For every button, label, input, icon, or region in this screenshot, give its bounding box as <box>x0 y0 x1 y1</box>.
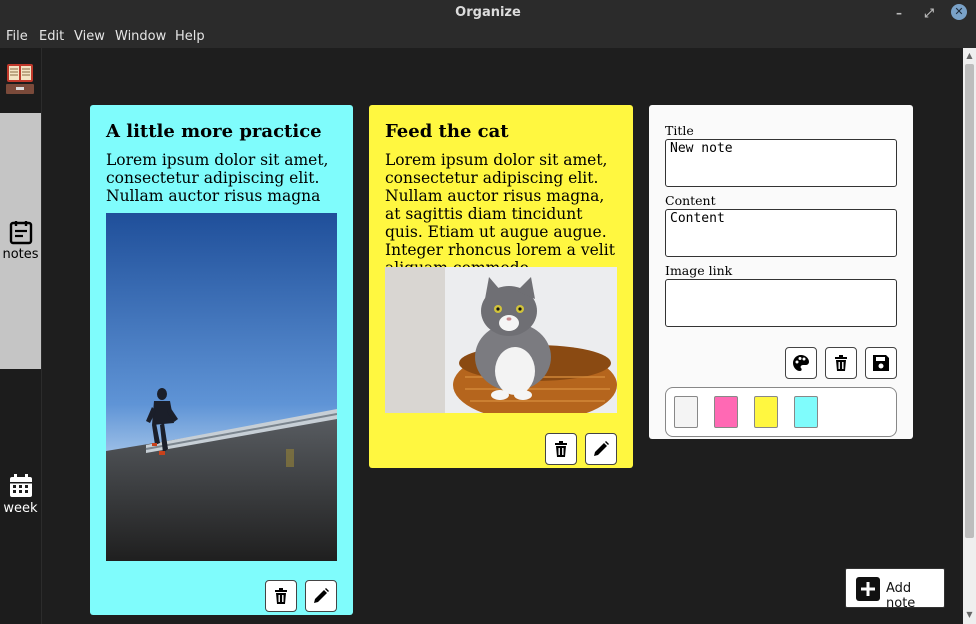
scroll-thumb[interactable] <box>965 64 974 538</box>
vertical-scrollbar[interactable]: ▲ ▼ <box>963 48 976 624</box>
save-note-button[interactable] <box>865 347 897 379</box>
image-link-label: Image link <box>665 263 733 278</box>
save-icon <box>873 355 889 371</box>
trash-icon <box>835 355 847 371</box>
note-content: Lorem ipsum dolor sit amet, consectetur … <box>385 151 615 277</box>
calendar-icon <box>9 474 32 497</box>
sidebar-item-label: week <box>3 501 38 516</box>
restore-icon[interactable]: ⤢ <box>920 4 938 22</box>
add-note-label: Add note <box>886 581 916 611</box>
edit-note-button[interactable] <box>585 433 617 465</box>
scroll-down-icon[interactable]: ▼ <box>963 610 976 619</box>
title-label: Title <box>665 123 694 138</box>
pencil-icon <box>314 588 329 603</box>
note-card: Feed the cat Lorem ipsum dolor sit amet,… <box>369 105 633 468</box>
note-title: A little more practice <box>106 121 322 142</box>
note-card: A little more practice Lorem ipsum dolor… <box>90 105 353 615</box>
close-icon[interactable]: ✕ <box>951 4 967 20</box>
runner-photo <box>106 213 337 561</box>
notes-board: A little more practice Lorem ipsum dolor… <box>42 48 963 624</box>
menu-edit[interactable]: Edit <box>39 29 64 44</box>
cat-photo <box>385 267 617 413</box>
delete-note-button[interactable] <box>265 580 297 612</box>
new-note-form: Title New note Content Content Image lin… <box>649 105 913 439</box>
sidebar: notes week <box>0 48 42 624</box>
notes-icon <box>9 221 32 245</box>
trash-icon <box>275 588 287 604</box>
color-picker-button[interactable] <box>785 347 817 379</box>
sidebar-item-week[interactable]: week <box>0 473 41 516</box>
content-field[interactable]: Content <box>665 209 897 257</box>
edit-note-button[interactable] <box>305 580 337 612</box>
window-title: Organize <box>455 5 521 20</box>
menu-view[interactable]: View <box>74 29 105 44</box>
note-content: Lorem ipsum dolor sit amet, consectetur … <box>106 151 329 205</box>
image-link-field[interactable] <box>665 279 897 327</box>
color-swatches <box>665 387 897 437</box>
swatch-pink[interactable] <box>714 396 738 428</box>
menu-file[interactable]: File <box>6 29 28 44</box>
add-note-button[interactable]: Add note <box>845 568 945 611</box>
delete-note-button[interactable] <box>545 433 577 465</box>
trash-icon <box>555 441 567 457</box>
window-titlebar: Organize – ⤢ ✕ <box>0 0 976 26</box>
swatch-yellow[interactable] <box>754 396 778 428</box>
sidebar-item-label: notes <box>2 247 39 262</box>
menu-help[interactable]: Help <box>175 29 205 44</box>
menu-window[interactable]: Window <box>115 29 166 44</box>
menu-bar: File Edit View Window Help <box>0 26 976 48</box>
pencil-icon <box>594 441 609 456</box>
swatch-white[interactable] <box>674 396 698 428</box>
content-label: Content <box>665 193 716 208</box>
title-field[interactable]: New note <box>665 139 897 187</box>
clear-form-button[interactable] <box>825 347 857 379</box>
minimize-icon[interactable]: – <box>890 4 908 22</box>
note-title: Feed the cat <box>385 121 509 142</box>
swatch-cyan[interactable] <box>794 396 818 428</box>
sidebar-item-notes[interactable]: notes <box>0 113 41 369</box>
scroll-up-icon[interactable]: ▲ <box>963 51 976 60</box>
app-logo-icon <box>6 64 34 94</box>
palette-icon <box>793 355 809 371</box>
plus-icon <box>856 577 880 601</box>
